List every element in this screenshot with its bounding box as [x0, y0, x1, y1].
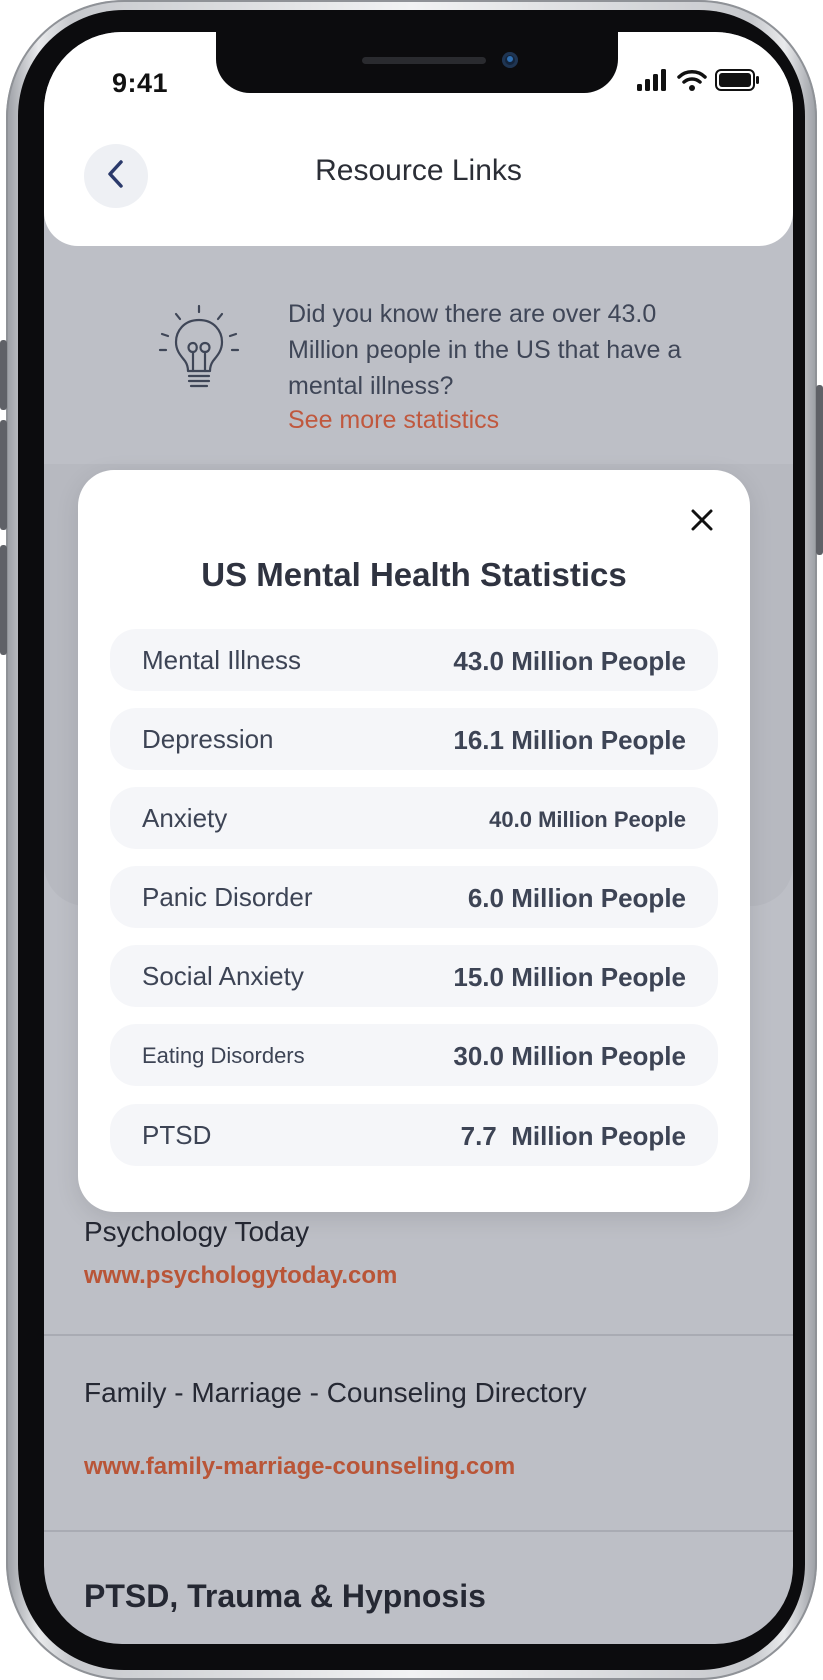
modal-title: US Mental Health Statistics [201, 556, 627, 593]
stat-label: Panic Disorder [142, 882, 313, 912]
close-icon[interactable] [686, 504, 718, 536]
stat-value: 40.0 Million People [489, 807, 686, 832]
statistics-tip: Did you know there are over 43.0 Million… [44, 246, 793, 465]
resource-item[interactable]: Psychology Today www.psychologytoday.com [84, 1216, 764, 1290]
lightbulb-icon [154, 302, 244, 397]
wifi-icon [677, 69, 707, 96]
see-more-statistics-link[interactable]: See more statistics [288, 406, 499, 435]
resource-name: Family - Marriage - Counseling Directory [84, 1377, 587, 1408]
resource-name: PTSD, Trauma & Hypnosis [84, 1578, 486, 1614]
power-button [816, 385, 823, 555]
stat-value: 16.1 Million People [453, 725, 686, 755]
stat-label: Mental Illness [142, 645, 301, 675]
stat-value: 30.0 Million People [453, 1041, 686, 1071]
stat-value: 15.0 Million People [453, 962, 686, 992]
volume-up-button [0, 420, 7, 530]
camera [502, 52, 518, 68]
stat-label: Depression [142, 724, 274, 754]
volume-down-button [0, 545, 7, 655]
tip-text: Did you know there are over 43.0 Million… [288, 300, 682, 400]
notch [216, 32, 618, 93]
stat-label: PTSD [142, 1120, 212, 1150]
stat-label: Social Anxiety [142, 961, 304, 991]
resource-url[interactable]: www.family-marriage-counseling.com [84, 1453, 764, 1481]
status-icons [637, 69, 759, 96]
page-title: Resource Links [315, 154, 522, 187]
divider [44, 1530, 793, 1532]
status-time: 9:41 [112, 68, 169, 98]
stat-row: Anxiety 40.0 Million People [110, 787, 718, 849]
stat-row: Depression 16.1 Million People [110, 708, 718, 770]
battery-icon [715, 69, 759, 96]
stat-row: Mental Illness 43.0 Million People [110, 629, 718, 691]
resource-url[interactable]: www.psychologytoday.com [84, 1262, 764, 1290]
stat-value: 7.7 Million People [460, 1121, 686, 1151]
speaker [362, 57, 486, 64]
stat-row: Panic Disorder 6.0 Million People [110, 866, 718, 928]
signal-icon [637, 69, 669, 96]
stat-row: Social Anxiety 15.0 Million People [110, 945, 718, 1007]
resource-item[interactable]: PTSD, Trauma & Hypnosis [84, 1578, 764, 1615]
stat-label: Eating Disorders [142, 1043, 305, 1068]
resource-name: Psychology Today [84, 1216, 310, 1247]
resource-item[interactable]: Family - Marriage - Counseling Directory… [84, 1377, 764, 1481]
statistics-modal: US Mental Health Statistics Mental Illne… [78, 470, 750, 1212]
stat-value: 43.0 Million People [453, 646, 686, 676]
divider [44, 1334, 793, 1336]
stat-row: PTSD 7.7 Million People [110, 1104, 718, 1166]
stat-row: Eating Disorders 30.0 Million People [110, 1024, 718, 1086]
stat-label: Anxiety [142, 803, 228, 833]
mute-switch [0, 340, 7, 410]
stat-value: 6.0 Million People [467, 883, 686, 913]
